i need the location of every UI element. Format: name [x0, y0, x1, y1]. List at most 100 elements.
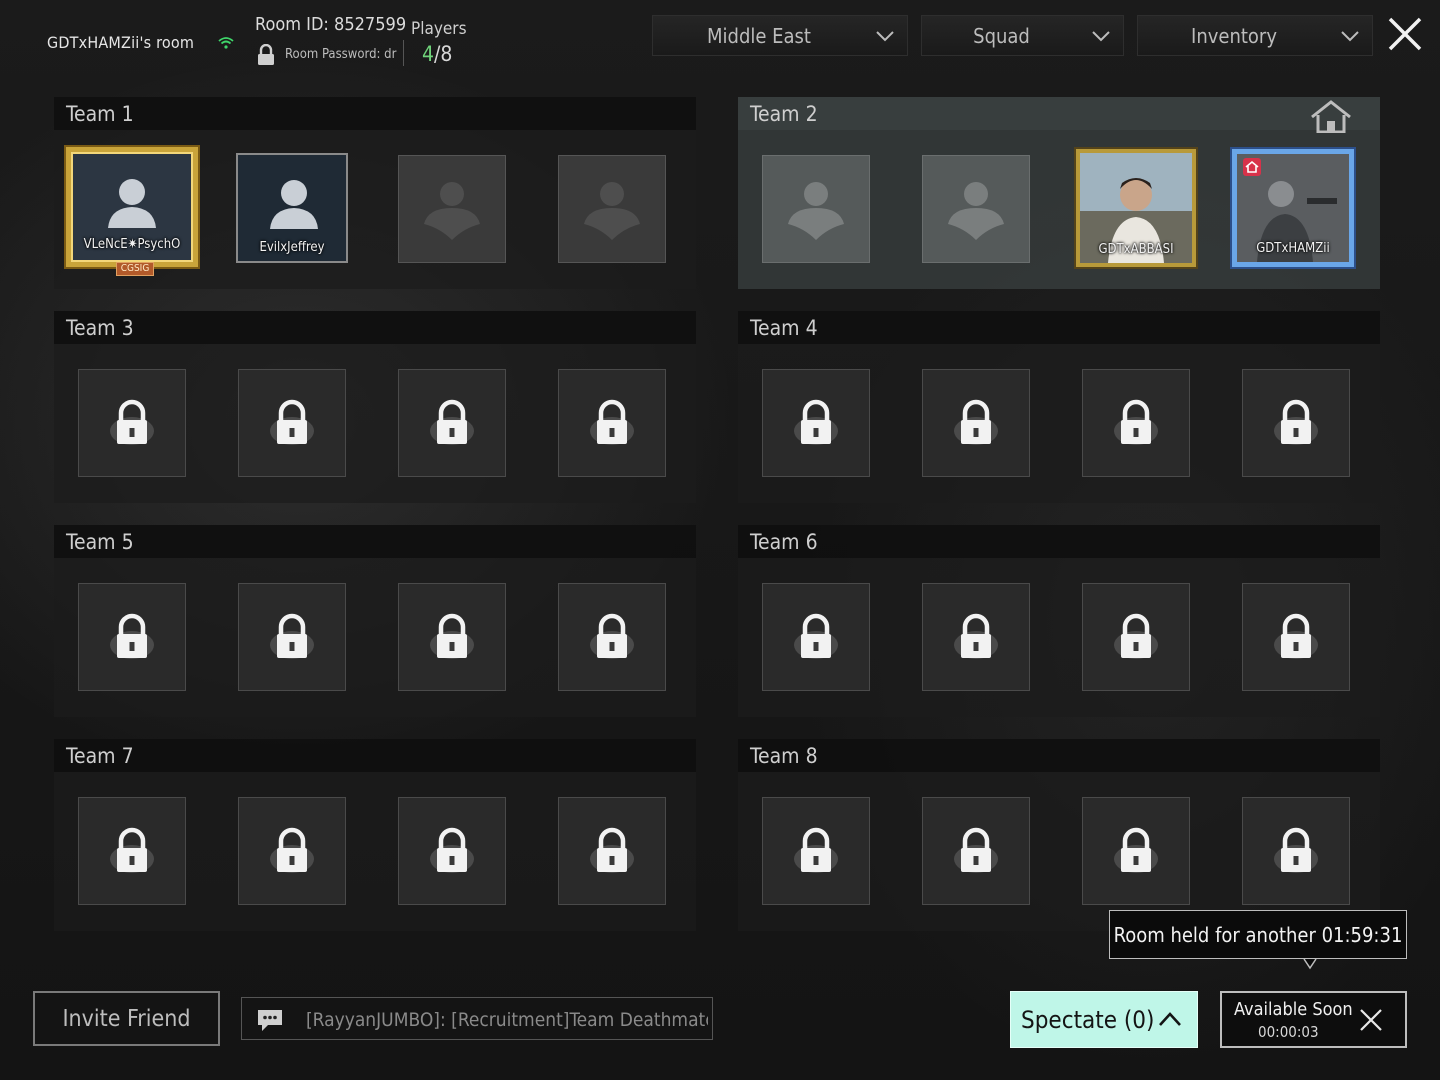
team-2-name: Team 2 [750, 102, 818, 126]
lock-icon [954, 613, 998, 659]
person-silhouette-icon [108, 179, 156, 228]
invite-friend-button[interactable]: Invite Friend [33, 991, 220, 1046]
team-5-name: Team 5 [66, 530, 134, 554]
room-password: Room Password: dr [285, 47, 397, 62]
lock-icon [1114, 827, 1158, 873]
players-label: Players [411, 19, 467, 39]
team-6-name: Team 6 [750, 530, 818, 554]
team-3-name: Team 3 [66, 316, 134, 340]
locked-slot[interactable] [238, 797, 346, 905]
team-5-panel: Team 5 [54, 525, 696, 717]
home-icon [1311, 100, 1351, 133]
player-slot-vlence-psycho[interactable]: VLeNcE✷PsychO [66, 147, 198, 267]
player-slot-eviljeffrey[interactable]: EvilxJeffrey [236, 153, 348, 263]
wifi-icon [218, 37, 234, 49]
home-badge-icon [1243, 158, 1261, 176]
team-4-panel: Team 4 [738, 311, 1380, 503]
close-icon[interactable] [1358, 1007, 1384, 1033]
locked-slot[interactable] [558, 369, 666, 477]
chat-preview[interactable]: [RayyanJUMBO]: [Recruitment]Team Deathma… [241, 997, 713, 1040]
team-header [738, 311, 1380, 344]
players-max: /8 [434, 42, 453, 66]
locked-slot[interactable] [1242, 797, 1350, 905]
chevron-down-icon [1341, 31, 1359, 42]
locked-slot[interactable] [1082, 369, 1190, 477]
team-7-panel: Team 7 [54, 739, 696, 931]
locked-slot[interactable] [922, 583, 1030, 691]
empty-slot[interactable] [762, 155, 870, 263]
room-id: Room ID: 8527599 [255, 14, 407, 35]
spectate-button[interactable]: Spectate (0) [1010, 991, 1198, 1048]
locked-slot[interactable] [398, 797, 506, 905]
empty-slot[interactable] [398, 155, 506, 263]
lock-icon [794, 827, 838, 873]
available-soon-box: Available Soon 00:00:03 [1220, 991, 1407, 1048]
chat-bubble-icon [258, 1010, 282, 1031]
locked-slot[interactable] [922, 369, 1030, 477]
team-header [738, 97, 1380, 130]
lock-icon [1274, 613, 1318, 659]
locked-slot[interactable] [78, 583, 186, 691]
player-name: VLeNcE✷PsychO [83, 237, 181, 252]
lock-icon [430, 613, 474, 659]
locked-slot[interactable] [1082, 583, 1190, 691]
team-header [54, 97, 696, 130]
clan-tag-badge: CGSIG [116, 262, 154, 276]
locked-slot[interactable] [398, 369, 506, 477]
lock-icon [1274, 399, 1318, 445]
top-bar: GDTxHAMZii's room Room ID: 8527599 Room … [0, 0, 1440, 80]
inventory-dropdown[interactable]: Inventory [1137, 15, 1373, 56]
lock-icon [1274, 827, 1318, 873]
players-current: 4 [422, 42, 435, 66]
locked-slot[interactable] [78, 797, 186, 905]
locked-slot[interactable] [238, 369, 346, 477]
locked-slot[interactable] [558, 583, 666, 691]
lock-icon [110, 827, 154, 873]
region-dropdown[interactable]: Middle East [652, 15, 908, 56]
spectate-label: Spectate (0) [1021, 1005, 1155, 1034]
team-8-panel: Team 8 [738, 739, 1380, 931]
team-3-panel: Team 3 [54, 311, 696, 503]
chevron-down-icon [876, 31, 894, 42]
locked-slot[interactable] [78, 369, 186, 477]
team-header [54, 525, 696, 558]
lock-icon [258, 44, 274, 65]
person-silhouette-icon [270, 180, 318, 229]
room-held-notice: Room held for another 01:59:31 [1109, 910, 1407, 959]
locked-slot[interactable] [558, 797, 666, 905]
room-owner-title: GDTxHAMZii's room [47, 33, 195, 52]
close-icon[interactable] [1386, 15, 1424, 53]
team-header [54, 739, 696, 772]
team-2-panel: Team 2 GDTxABBASI GDTxHAMZii [738, 97, 1380, 289]
team-1-panel: Team 1 VLeNcE✷PsychO CGSIG EvilxJeffrey [54, 97, 696, 289]
available-timer: 00:00:03 [1258, 1023, 1319, 1041]
locked-slot[interactable] [238, 583, 346, 691]
locked-slot[interactable] [762, 583, 870, 691]
lock-icon [270, 613, 314, 659]
locked-slot[interactable] [762, 797, 870, 905]
locked-slot[interactable] [1242, 583, 1350, 691]
lock-icon [110, 613, 154, 659]
team-7-name: Team 7 [66, 744, 134, 768]
player-name: GDTxHAMZii [1256, 241, 1330, 256]
person-silhouette-icon [948, 182, 1004, 240]
locked-slot[interactable] [398, 583, 506, 691]
available-label: Available Soon [1234, 999, 1353, 1020]
player-slot-gdtxabbasi[interactable]: GDTxABBASI [1076, 149, 1196, 267]
mode-dropdown[interactable]: Squad [921, 15, 1124, 56]
player-slot-gdtxhamzii[interactable]: GDTxHAMZii [1232, 149, 1354, 267]
lock-icon [270, 827, 314, 873]
inventory-value: Inventory [1191, 23, 1277, 48]
chevron-up-icon [1159, 1012, 1181, 1026]
team-6-panel: Team 6 [738, 525, 1380, 717]
lock-icon [590, 613, 634, 659]
empty-slot[interactable] [558, 155, 666, 263]
locked-slot[interactable] [922, 797, 1030, 905]
team-header [738, 739, 1380, 772]
locked-slot[interactable] [1082, 797, 1190, 905]
team-4-name: Team 4 [750, 316, 818, 340]
locked-slot[interactable] [762, 369, 870, 477]
empty-slot[interactable] [922, 155, 1030, 263]
locked-slot[interactable] [1242, 369, 1350, 477]
players-count: 4/8 [422, 42, 452, 66]
